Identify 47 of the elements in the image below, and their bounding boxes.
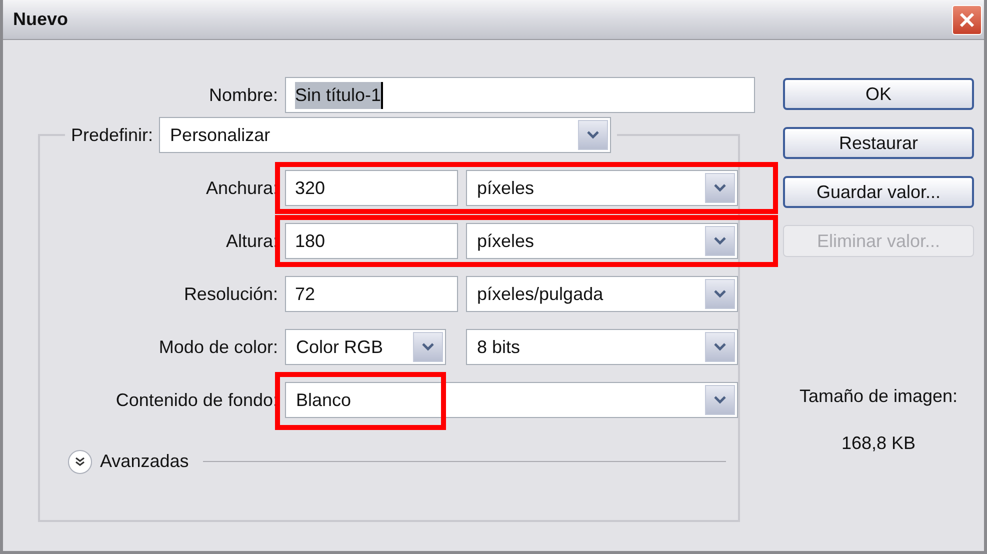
dropdown-arrow-button[interactable] [705,173,735,203]
field-label: Nombre: [208,84,278,106]
close-icon [959,12,975,28]
depth-dropdown[interactable]: 8 bits [466,329,738,365]
dropdown-arrow-button[interactable] [578,120,608,150]
field-value: 72 [295,282,316,306]
window-title: Nuevo [13,8,68,31]
chevron-down-icon [714,184,726,192]
close-button[interactable] [952,4,982,34]
field-label: Anchura: [204,176,278,200]
image-size-value: 168,8 KB [841,432,916,455]
dropdown-arrow-button[interactable] [705,226,735,256]
double-chevron-down-icon [75,456,85,466]
field-value: Sin título-1 [295,82,384,108]
field-label: Predefinir: [71,124,154,146]
dialog-button[interactable]: Restaurar [783,127,974,159]
background-dropdown[interactable]: Blanco [285,382,738,418]
number-field[interactable]: 320 [285,170,458,206]
field-label: Modo de color: [158,336,278,358]
field-label: Altura: [224,230,278,252]
dropdown-arrow-button[interactable] [413,332,443,362]
chevron-down-icon [714,343,726,351]
chevron-down-icon [422,343,434,351]
number-field[interactable]: 180 [285,223,458,259]
image-size-label: Tamaño de imagen: [799,385,958,408]
chevron-down-icon [714,396,726,404]
name-field[interactable]: Sin título-1 [285,77,755,113]
dialog-button[interactable]: Guardar valor... [783,176,974,208]
mode-dropdown[interactable]: Color RGB [285,329,446,365]
field-value: 320 [295,176,326,200]
dropdown-arrow-button[interactable] [705,279,735,309]
dropdown-arrow-button[interactable] [705,385,735,415]
field-label: Contenido de fondo: [114,388,278,412]
unit-dropdown[interactable]: píxeles/pulgada [466,276,738,312]
advanced-label: Avanzadas [100,450,189,473]
chevron-down-icon [714,290,726,298]
preset-dropdown[interactable]: Personalizar [159,117,612,153]
dropdown-arrow-button[interactable] [705,332,735,362]
field-value: 180 [295,230,326,252]
advanced-toggle[interactable] [68,450,92,474]
chevron-down-icon [714,237,726,245]
unit-dropdown[interactable]: píxeles [466,170,738,206]
unit-dropdown[interactable]: píxeles [466,223,738,259]
chevron-down-icon [587,131,600,139]
number-field[interactable]: 72 [285,276,458,312]
dialog-button[interactable]: OK [783,78,974,110]
field-label: Resolución: [182,282,278,306]
